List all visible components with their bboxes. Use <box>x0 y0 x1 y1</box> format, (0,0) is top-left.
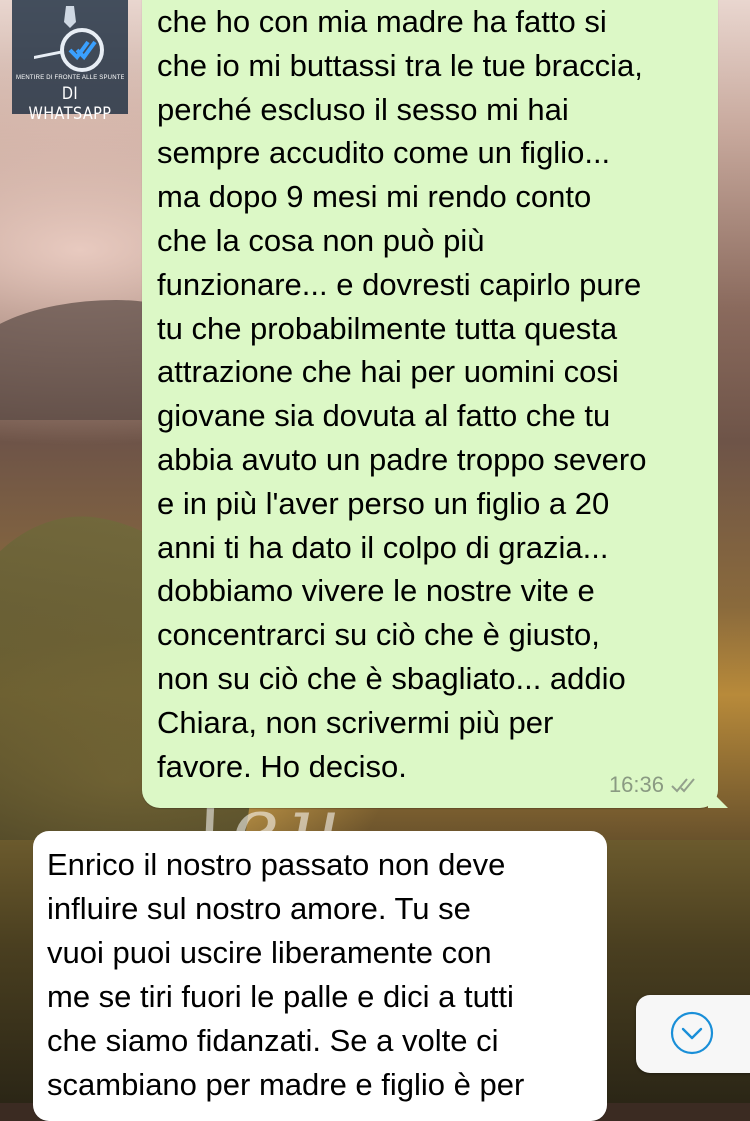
outgoing-message-text: che ho con mia madre ha fatto si che io … <box>157 4 647 784</box>
chevron-down-icon <box>670 1011 714 1055</box>
watermark-title: DI WHATSAPP <box>28 84 112 124</box>
message-meta: 16:36 <box>609 772 700 798</box>
watermark-logo: MENTIRE DI FRONTE ALLE SPUNTE BLU DI WHA… <box>12 0 128 124</box>
message-time: 16:36 <box>608 772 664 797</box>
watermark-subtitle: MENTIRE DI FRONTE ALLE SPUNTE BLU <box>16 75 124 81</box>
incoming-message-bubble[interactable]: Enrico il nostro passato non deve influi… <box>33 831 607 1121</box>
scroll-to-bottom-button[interactable] <box>636 995 750 1073</box>
clock-check-icon <box>34 6 104 72</box>
double-check-icon <box>671 778 695 793</box>
incoming-message-text: Enrico il nostro passato non deve influi… <box>47 847 525 1102</box>
outgoing-message-bubble[interactable]: che ho con mia madre ha fatto si che io … <box>142 0 728 808</box>
